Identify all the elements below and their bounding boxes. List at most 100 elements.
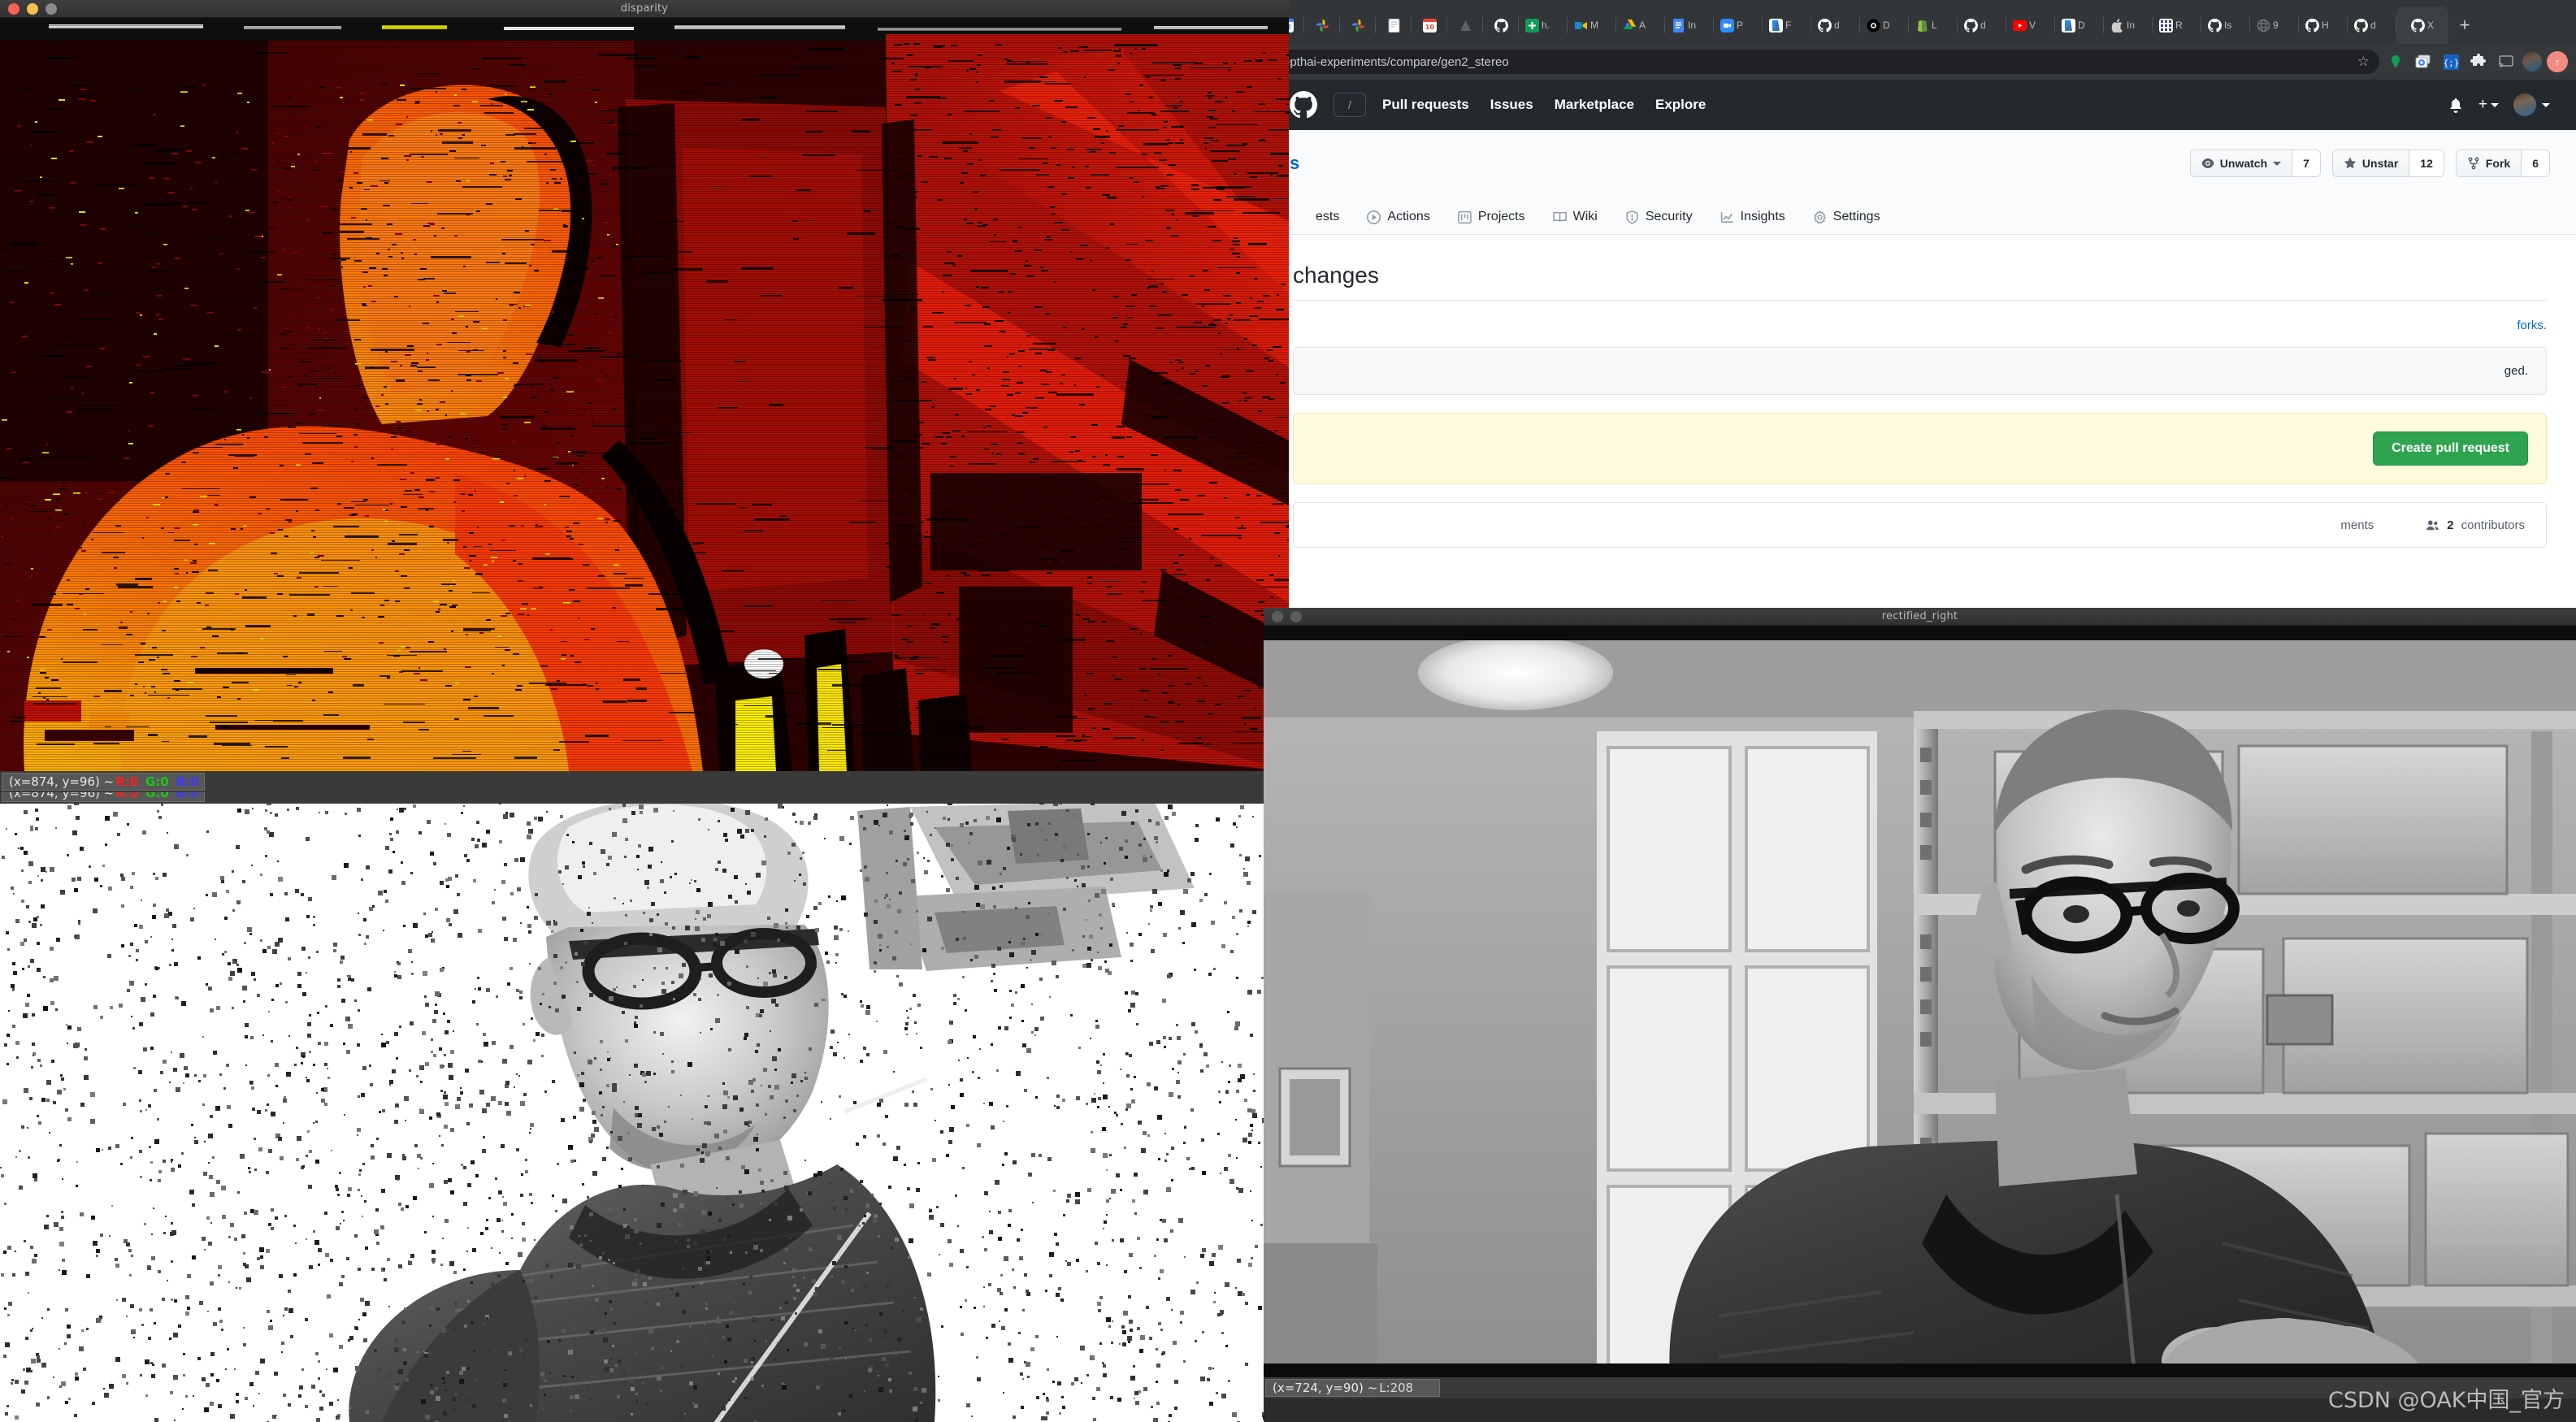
browser-tab-label: d (1834, 20, 1840, 31)
youtube-favicon-icon (2013, 19, 2027, 33)
bookmark-star-icon[interactable]: ☆ (2357, 54, 2370, 70)
avatar[interactable] (2513, 93, 2536, 116)
browser-tab-3[interactable] (1376, 7, 1412, 44)
compare-info-box: ged. (1293, 347, 2547, 395)
browser-tab-22[interactable]: 9 (2250, 7, 2299, 44)
commits-stat[interactable]: ments (2340, 518, 2374, 532)
star-button-group[interactable]: Unstar 12 (2332, 150, 2444, 177)
unstar-button[interactable]: Unstar (2333, 150, 2409, 176)
nav-marketplace[interactable]: Marketplace (1555, 97, 1634, 113)
github-search-input[interactable]: / (1334, 93, 1366, 117)
disparity-window[interactable]: disparity (0, 0, 1289, 792)
browser-tab-16[interactable]: d (1958, 7, 2006, 44)
browser-tab-24[interactable]: d (2348, 7, 2396, 44)
address-bar[interactable]: epthai-experiments/compare/gen2_stereo ☆ (1272, 50, 2379, 74)
fork-button[interactable]: Fork (2457, 150, 2521, 176)
browser-tab-9[interactable]: A (1616, 7, 1665, 44)
tab-insights[interactable]: Insights (1720, 210, 1785, 234)
close-button[interactable] (1272, 611, 1283, 622)
browser-tab-5[interactable] (1447, 7, 1483, 44)
nav-explore[interactable]: Explore (1655, 97, 1706, 113)
photos-favicon-icon (1351, 19, 1365, 33)
photos-favicon-icon (1316, 19, 1329, 33)
chrome-apps-icon[interactable] (2412, 50, 2435, 73)
browser-tab-label: F (1785, 20, 1791, 31)
location-pin-icon[interactable] (2384, 50, 2407, 73)
browser-tab-17[interactable]: V (2006, 7, 2055, 44)
browser-tab-1[interactable] (1304, 7, 1340, 44)
disparity-canvas[interactable] (0, 18, 1289, 771)
repo-name[interactable]: s (1290, 153, 1299, 174)
fork-note-link[interactable]: forks. (2517, 319, 2547, 332)
pointcloud-canvas[interactable] (0, 783, 1264, 1422)
browser-tab-11[interactable]: P (1714, 7, 1763, 44)
browser-tab-10[interactable]: In (1665, 7, 1714, 44)
json-viewer-icon[interactable]: {;} (2439, 50, 2462, 73)
browser-tab-label: d (1980, 20, 1986, 31)
browser-tab-2[interactable] (1340, 7, 1376, 44)
tab-settings[interactable]: Settings (1813, 210, 1880, 234)
nav-issues[interactable]: Issues (1490, 97, 1533, 113)
disparity-render (0, 18, 1289, 771)
browser-tab-23[interactable]: H (2299, 7, 2348, 44)
pointcloud-window[interactable]: (x=874, y=96) ~ R:0 G:0 B:0 (0, 783, 1264, 1422)
fork-button-group[interactable]: Fork 6 (2456, 150, 2550, 177)
tab-wiki[interactable]: Wiki (1553, 210, 1598, 234)
create-pull-request-button[interactable]: Create pull request (2373, 431, 2528, 466)
cast-icon[interactable] (2495, 50, 2517, 73)
close-button[interactable] (8, 3, 20, 15)
github-nav-links: Pull requests Issues Marketplace Explore (1382, 97, 1706, 113)
fork-note: forks. (1293, 319, 2547, 332)
contributors-stat[interactable]: 2 contributors (2426, 518, 2525, 532)
browser-tab-8[interactable]: M (1568, 7, 1616, 44)
chrome-update-button[interactable]: ↑ (2547, 51, 2568, 72)
minimize-button[interactable] (1290, 611, 1302, 622)
new-menu-button[interactable]: + (2478, 96, 2499, 114)
browser-tab-7[interactable]: h. (1519, 7, 1568, 44)
browser-tab-6[interactable] (1483, 7, 1519, 44)
window-controls[interactable] (1272, 611, 1302, 622)
browser-tab-12[interactable]: F (1763, 7, 1811, 44)
github-favicon-icon (2411, 19, 2425, 33)
disparity-title-bar[interactable]: disparity (0, 0, 1289, 18)
keep-favicon-icon (1387, 19, 1401, 33)
rectified-right-canvas[interactable] (1264, 626, 2576, 1377)
maximize-button[interactable] (46, 3, 57, 15)
extensions-puzzle-icon[interactable] (2467, 50, 2490, 73)
watch-button-group[interactable]: Unwatch 7 (2190, 150, 2321, 177)
bell-icon[interactable] (2448, 97, 2464, 113)
browser-profile-avatar[interactable] (2522, 52, 2542, 72)
browser-tab-14[interactable]: D (1860, 7, 1909, 44)
play-icon (1367, 210, 1381, 224)
unstar-label: Unstar (2362, 157, 2398, 170)
github-logo-icon[interactable] (1290, 91, 1317, 119)
rectified-right-status-readout: (x=724, y=90) ~ L:208 (1265, 1379, 1440, 1397)
zoom-favicon-icon (1720, 19, 1734, 33)
browser-tab-19[interactable]: In (2104, 7, 2153, 44)
window-controls[interactable] (8, 3, 57, 15)
unwatch-button[interactable]: Unwatch (2191, 150, 2292, 176)
tab-security[interactable]: Security (1625, 210, 1693, 234)
tab-actions[interactable]: Actions (1367, 210, 1429, 234)
rectified-right-window[interactable]: rectified_right (1264, 608, 2576, 1422)
rectified-right-status-bar: (x=724, y=90) ~ L:208 (1264, 1377, 2576, 1398)
browser-tab-20[interactable]: R (2153, 7, 2201, 44)
repo-tab-nav: ests Actions Projects Wiki (1290, 192, 2550, 234)
minimize-button[interactable] (27, 3, 38, 15)
github-favicon-icon (1964, 19, 1978, 33)
chevron-down-icon[interactable] (2542, 103, 2550, 107)
browser-tab-13[interactable]: d (1811, 7, 1860, 44)
tab-projects[interactable]: Projects (1458, 210, 1525, 234)
address-bar-url: epthai-experiments/compare/gen2_stereo (1283, 55, 1509, 69)
meet-favicon-icon (1574, 19, 1588, 33)
new-tab-button[interactable]: + (2448, 7, 2481, 44)
browser-tab-25[interactable]: X (2396, 7, 2448, 44)
browser-tab-4[interactable]: 10 (1412, 7, 1447, 44)
browser-tab-18[interactable]: D (2055, 7, 2104, 44)
rectified-right-title-bar[interactable]: rectified_right (1264, 608, 2576, 626)
nav-pull-requests[interactable]: Pull requests (1382, 97, 1469, 113)
disparity-status-readout: (x=874, y=96) ~ R:0 G:0 B:0 (2, 773, 205, 791)
browser-tab-21[interactable]: Is (2201, 7, 2250, 44)
browser-tab-15[interactable]: L (1909, 7, 1958, 44)
tab-pull-requests[interactable]: ests (1316, 210, 1339, 234)
